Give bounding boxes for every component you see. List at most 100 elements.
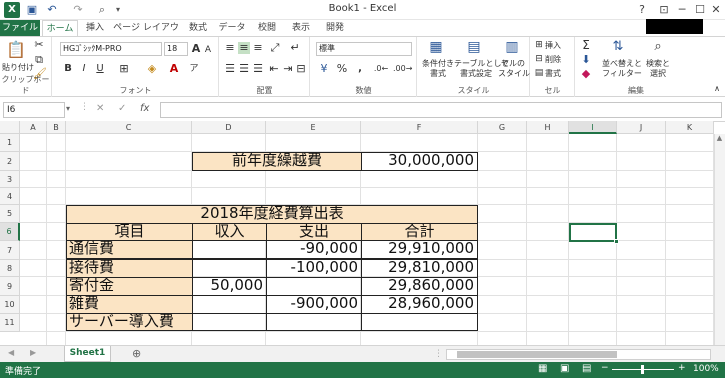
table-cell-income[interactable] <box>192 313 267 331</box>
table-cell-item[interactable]: 通信費 <box>66 240 193 259</box>
name-box-dropdown-icon[interactable]: ▾ <box>66 104 70 113</box>
underline-button[interactable]: U <box>95 63 105 75</box>
comma-style-icon[interactable]: , <box>353 63 367 75</box>
column-header-a[interactable]: A <box>20 121 47 134</box>
row-header-11[interactable]: 11 <box>0 314 20 332</box>
align-left-icon[interactable]: ☰ <box>224 63 236 75</box>
enter-icon[interactable]: ✓ <box>118 103 126 114</box>
fill-icon[interactable]: ⬇ <box>580 54 592 66</box>
delete-cells-icon[interactable]: ⊟ <box>534 53 544 65</box>
increase-indent-icon[interactable]: ⇥ <box>282 63 294 75</box>
copy-icon[interactable]: ⧉ <box>33 54 45 66</box>
zoom-out-icon[interactable]: − <box>601 363 609 373</box>
column-header-k[interactable]: K <box>666 121 714 134</box>
clear-icon[interactable]: ◆ <box>580 68 592 80</box>
number-format-select[interactable]: 標準 <box>316 42 412 56</box>
row-header-5[interactable]: 5 <box>0 205 20 223</box>
row-header-4[interactable]: 4 <box>0 188 20 205</box>
align-center-icon[interactable]: ☰ <box>238 63 250 75</box>
carryover-label-cell[interactable]: 前年度繰越費 <box>192 152 362 171</box>
header-total-cell[interactable]: 合計 <box>361 223 478 241</box>
percent-icon[interactable]: % <box>335 63 349 75</box>
align-top-icon[interactable]: ≡ <box>224 42 236 54</box>
increase-decimal-icon[interactable]: .0← <box>373 63 389 75</box>
decrease-decimal-icon[interactable]: .00→ <box>393 63 412 75</box>
font-size-select[interactable]: 18 <box>164 42 188 56</box>
decrease-indent-icon[interactable]: ⇤ <box>268 63 280 75</box>
font-color-icon[interactable]: A <box>167 63 181 75</box>
prev-sheet-icon[interactable]: ◀ <box>8 348 14 357</box>
tab-file[interactable]: ファイル <box>0 20 40 37</box>
table-cell-income[interactable] <box>192 240 267 259</box>
borders-icon[interactable]: ⊞ <box>117 63 131 75</box>
select-all-corner[interactable] <box>0 121 20 134</box>
format-cells-button[interactable]: 書式 <box>545 68 561 79</box>
fill-handle[interactable] <box>614 239 619 244</box>
tab-developer[interactable]: 開発 <box>320 20 350 37</box>
find-select-icon[interactable]: ⌕ <box>650 39 666 55</box>
column-header-j[interactable]: J <box>617 121 666 134</box>
table-cell-item[interactable]: 接待費 <box>66 259 193 278</box>
currency-icon[interactable]: ¥ <box>317 63 331 75</box>
row-header-6[interactable]: 6 <box>0 223 20 241</box>
insert-cells-button[interactable]: 挿入 <box>545 40 561 51</box>
column-header-h[interactable]: H <box>527 121 569 134</box>
normal-view-icon[interactable]: ▦ <box>538 363 547 374</box>
worksheet-grid[interactable]: ABCDEFGHIJK 1 2 3 4 5 6 7 8 9 10 11 前年度繰越費 30,000,… <box>0 121 725 345</box>
table-cell-total[interactable]: 28,960,000 <box>361 295 478 314</box>
bold-button[interactable]: B <box>63 63 73 75</box>
table-cell-income[interactable] <box>192 295 267 314</box>
row-header-9[interactable]: 9 <box>0 277 20 296</box>
insert-cells-icon[interactable]: ⊞ <box>534 39 544 51</box>
tab-view[interactable]: 表示 <box>286 20 316 37</box>
table-cell-item[interactable]: 雑費 <box>66 295 193 314</box>
table-cell-income[interactable] <box>192 259 267 278</box>
align-bottom-icon[interactable]: ≡ <box>252 42 264 54</box>
paste-button[interactable]: 貼り付け <box>2 62 34 73</box>
fill-color-icon[interactable]: ◈ <box>145 63 159 75</box>
sheet-tab-sheet1[interactable]: Sheet1 <box>64 346 111 362</box>
carryover-value-cell[interactable]: 30,000,000 <box>361 152 478 171</box>
row-header-10[interactable]: 10 <box>0 296 20 314</box>
add-sheet-icon[interactable]: ⊕ <box>132 347 141 360</box>
zoom-slider-thumb[interactable] <box>641 365 644 374</box>
help-button[interactable]: ? <box>631 1 653 19</box>
row-header-1[interactable]: 1 <box>0 134 20 152</box>
table-cell-total[interactable] <box>361 313 478 331</box>
close-button[interactable]: ✕ <box>705 1 725 19</box>
row-header-8[interactable]: 8 <box>0 260 20 277</box>
table-cell-total[interactable]: 29,810,000 <box>361 259 478 278</box>
table-cell-total[interactable]: 29,910,000 <box>361 240 478 259</box>
find-select-line2[interactable]: 選択 <box>642 68 674 79</box>
align-middle-icon[interactable]: ≡ <box>238 42 250 54</box>
cell-styles-line2[interactable]: スタイル <box>498 68 530 79</box>
phonetic-icon[interactable]: ア <box>187 63 201 75</box>
orientation-icon[interactable]: ⤢ <box>268 42 282 54</box>
sort-filter-icon[interactable]: ⇅ <box>610 39 626 55</box>
table-cell-expense[interactable]: -900,000 <box>266 295 362 314</box>
conditional-format-icon[interactable]: ▦ <box>428 39 444 55</box>
format-as-table-icon[interactable]: ▤ <box>466 39 482 55</box>
format-as-table-line2[interactable]: 書式設定 <box>454 68 498 79</box>
column-header-g[interactable]: G <box>478 121 527 134</box>
tab-formulas[interactable]: 数式 <box>183 20 213 37</box>
column-header-f[interactable]: F <box>361 121 478 134</box>
cell-styles-icon[interactable]: ▥ <box>504 39 520 55</box>
formula-input[interactable] <box>160 102 722 118</box>
table-cell-income[interactable]: 50,000 <box>192 277 267 296</box>
column-header-i[interactable]: I <box>569 121 617 134</box>
tab-page-layout[interactable]: ページ レイアウト <box>112 20 180 50</box>
cut-icon[interactable]: ✂ <box>33 39 45 51</box>
grow-font-icon[interactable]: A <box>191 43 201 55</box>
vertical-scrollbar[interactable] <box>714 134 725 345</box>
table-cell-item[interactable]: サーバー導入費 <box>66 313 193 331</box>
next-sheet-icon[interactable]: ▶ <box>30 348 36 357</box>
sheet-scroll-divider-icon[interactable]: ⋮ <box>434 349 443 359</box>
row-header-3[interactable]: 3 <box>0 171 20 188</box>
column-header-b[interactable]: B <box>47 121 66 134</box>
conditional-format-line2[interactable]: 書式 <box>420 68 456 79</box>
horizontal-scrollbar[interactable] <box>446 349 711 360</box>
scroll-up-icon[interactable]: ▲ <box>714 134 725 144</box>
shrink-font-icon[interactable]: A <box>203 44 213 56</box>
zoom-in-icon[interactable]: + <box>678 363 686 373</box>
